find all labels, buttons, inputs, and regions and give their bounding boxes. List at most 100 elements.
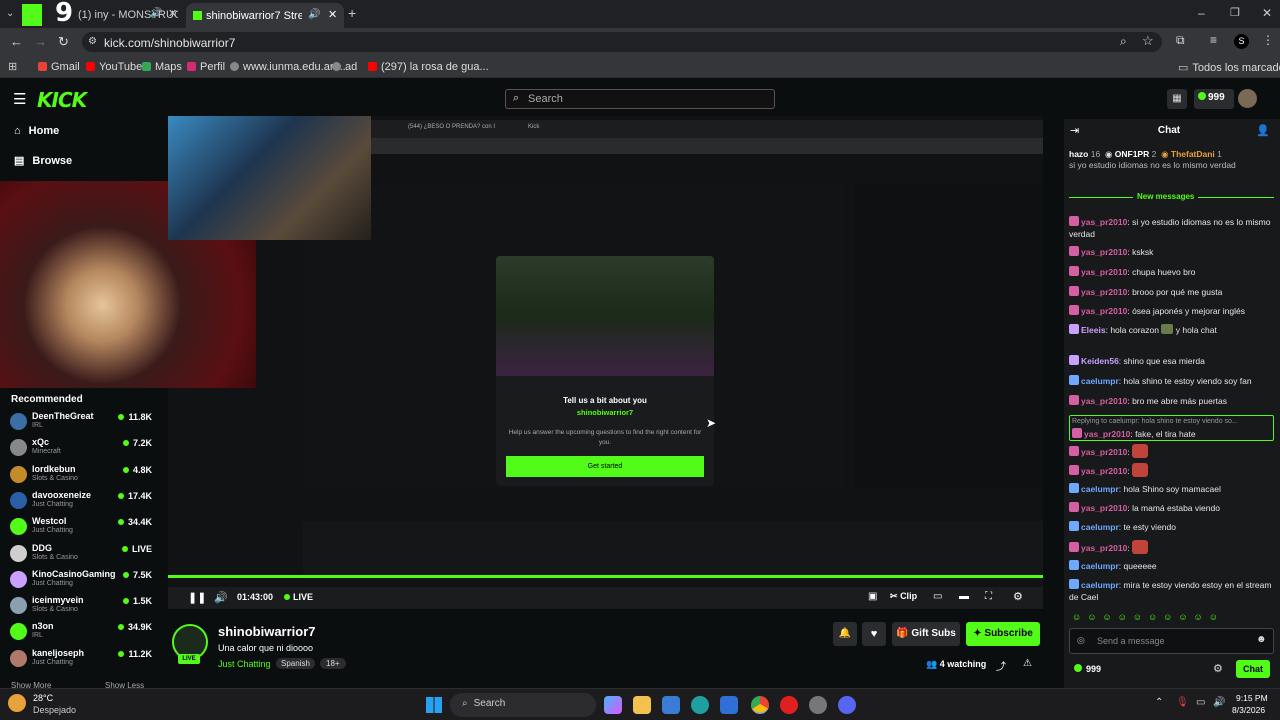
discord-icon[interactable]	[838, 696, 856, 714]
weather-icon[interactable]	[8, 694, 26, 712]
share-icon[interactable]: ⤴	[996, 658, 1006, 673]
windows-start-icon[interactable]	[426, 697, 442, 713]
mic-icon[interactable]: 🎙	[1176, 697, 1189, 708]
chat-username[interactable]: Keiden56	[1081, 356, 1119, 366]
chat-username[interactable]: yas_pr2010	[1084, 429, 1130, 439]
chat-input[interactable]: ◎ Send a message ☻	[1069, 628, 1274, 654]
tab-kick[interactable]: shinobiwarrior7 Stream - W 🔊 ✕	[186, 3, 344, 28]
chat-gear-icon[interactable]: ⚙	[1213, 662, 1223, 675]
bookmark-youtube[interactable]: YouTube	[86, 61, 142, 73]
recommended-channel[interactable]: DeenTheGreat IRL 11.8K	[10, 411, 160, 437]
mail-icon[interactable]	[720, 696, 738, 714]
chat-username[interactable]: yas_pr2010	[1081, 447, 1127, 457]
forward-icon[interactable]: →	[34, 34, 47, 49]
taskbar-search[interactable]: ⌕ Search	[450, 693, 596, 717]
recommended-channel[interactable]: DDG Slots & Casino LIVE	[10, 543, 160, 569]
recommended-channel[interactable]: KinoCasinoGaming Just Chatting 7.5K	[10, 569, 160, 595]
bookmark-maps[interactable]: Maps	[142, 61, 182, 73]
nav-browse[interactable]: ▤ Browse	[14, 154, 72, 167]
chat-username[interactable]: yas_pr2010	[1081, 287, 1127, 297]
points-badge[interactable]: 999	[1194, 89, 1234, 109]
extensions-icon[interactable]: ⧉	[1176, 33, 1185, 48]
follow-button[interactable]: ♥	[862, 622, 886, 646]
tab-youtube[interactable]: (1) iny - MONSTRUO	[78, 3, 178, 28]
chat-points[interactable]: 999	[1074, 664, 1101, 674]
copilot-icon[interactable]	[604, 696, 622, 714]
bookmark-ad[interactable]: ad	[332, 61, 357, 73]
chat-username[interactable]: yas_pr2010	[1081, 466, 1127, 476]
chat-username[interactable]: yas_pr2010	[1081, 306, 1127, 316]
clock-date[interactable]: 8/3/2026	[1232, 705, 1265, 715]
minimize-icon[interactable]: –	[1198, 6, 1205, 20]
back-icon[interactable]: ←	[10, 34, 23, 49]
recommended-channel[interactable]: kaneljoseph Just Chatting 11.2K	[10, 648, 160, 674]
reload-icon[interactable]: ↻	[58, 34, 69, 50]
tag-spanish[interactable]: Spanish	[276, 658, 315, 669]
new-tab-icon[interactable]: +	[348, 5, 356, 21]
pause-icon[interactable]: ❚❚	[188, 591, 206, 604]
close-tab-icon[interactable]: ✕	[328, 8, 337, 21]
chat-username[interactable]: caelumpr	[1081, 561, 1119, 571]
recommended-channel[interactable]: lordkebun Slots & Casino 4.8K	[10, 464, 160, 490]
store-icon[interactable]	[662, 696, 680, 714]
recommended-channel[interactable]: iceinmyvein Slots & Casino 1.5K	[10, 595, 160, 621]
bookmark-rosa[interactable]: (297) la rosa de gua...	[368, 61, 489, 73]
gift-subs-button[interactable]: 🎁 Gift Subs	[892, 622, 960, 646]
chrome-icon[interactable]	[751, 696, 769, 714]
search-input[interactable]: ⌕ Search	[505, 89, 775, 109]
category-link[interactable]: Just Chatting	[218, 659, 271, 669]
edge-icon[interactable]	[691, 696, 709, 714]
media-icon[interactable]: ≡	[1210, 33, 1217, 47]
bookmark-iunma[interactable]: www.iunma.edu.ar/...	[230, 61, 346, 73]
tray-chevron-icon[interactable]: ⌃	[1155, 697, 1163, 708]
recommended-channel[interactable]: davooxeneize Just Chatting 17.4K	[10, 490, 160, 516]
file-explorer-icon[interactable]	[633, 696, 651, 714]
get-started-button[interactable]: Get started	[506, 456, 704, 477]
miniplayer-icon[interactable]: ▣	[868, 591, 877, 602]
stream-manager-icon[interactable]: ▦	[1167, 89, 1187, 109]
recommended-channel[interactable]: n3on IRL 34.9K	[10, 621, 160, 647]
volume-tray-icon[interactable]: 🔊	[1213, 697, 1225, 708]
recommended-channel[interactable]: Westcol Just Chatting 34.4K	[10, 516, 160, 542]
user-avatar[interactable]	[1238, 89, 1257, 108]
chat-username[interactable]: caelumpr	[1081, 580, 1119, 590]
close-window-icon[interactable]: ✕	[1262, 6, 1272, 20]
theater-icon[interactable]: ▬	[959, 591, 969, 602]
network-icon[interactable]: ▭	[1196, 697, 1205, 708]
notifications-button[interactable]: 🔔	[833, 622, 857, 646]
site-info-icon[interactable]: ⚙	[88, 36, 97, 47]
recommended-channel[interactable]: xQc Minecraft 7.2K	[10, 437, 160, 463]
opera-icon[interactable]	[780, 696, 798, 714]
chat-username[interactable]: Eleeis	[1081, 325, 1106, 335]
steam-icon[interactable]	[809, 696, 827, 714]
chat-username[interactable]: yas_pr2010	[1081, 396, 1127, 406]
emoji-icon[interactable]: ☻	[1256, 634, 1267, 645]
chat-username[interactable]: caelumpr	[1081, 484, 1119, 494]
settings-icon[interactable]: ⚙	[1013, 590, 1023, 603]
bookmark-perfil[interactable]: Perfil	[187, 61, 225, 73]
apps-grid-icon[interactable]: ⊞	[8, 60, 17, 73]
zoom-icon[interactable]: ⌕	[1120, 34, 1127, 49]
bookmark-gmail[interactable]: Gmail	[38, 61, 80, 73]
all-bookmarks[interactable]: ▭Todos los marcadores	[1178, 61, 1280, 74]
fullscreen-icon[interactable]: ⛶	[985, 591, 992, 602]
nav-home[interactable]: ⌂ Home	[14, 125, 59, 137]
chat-send-button[interactable]: Chat	[1236, 660, 1270, 678]
report-icon[interactable]: ⚠	[1023, 658, 1032, 669]
tab-search-icon[interactable]: ⌄	[6, 8, 18, 20]
chat-users-icon[interactable]: 👤	[1256, 124, 1270, 137]
profile-avatar[interactable]: S	[1234, 34, 1249, 49]
volume-icon[interactable]: 🔊	[214, 591, 228, 604]
clock-time[interactable]: 9:15 PM	[1236, 693, 1268, 703]
url-field[interactable]: ⚙ kick.com/shinobiwarrior7	[82, 32, 1162, 52]
clip-button[interactable]: ✂ Clip	[890, 591, 917, 602]
close-tab-icon[interactable]: ✕	[168, 7, 177, 20]
captions-icon[interactable]: ▭	[933, 591, 942, 602]
chat-username[interactable]: caelumpr	[1081, 376, 1119, 386]
tag-18plus[interactable]: 18+	[320, 658, 346, 669]
progress-bar[interactable]	[168, 575, 1043, 578]
chat-username[interactable]: caelumpr	[1081, 522, 1119, 532]
chat-username[interactable]: yas_pr2010	[1081, 217, 1127, 227]
menu-kebab-icon[interactable]: ⋮	[1262, 33, 1274, 47]
channel-name[interactable]: shinobiwarrior7	[218, 624, 316, 639]
